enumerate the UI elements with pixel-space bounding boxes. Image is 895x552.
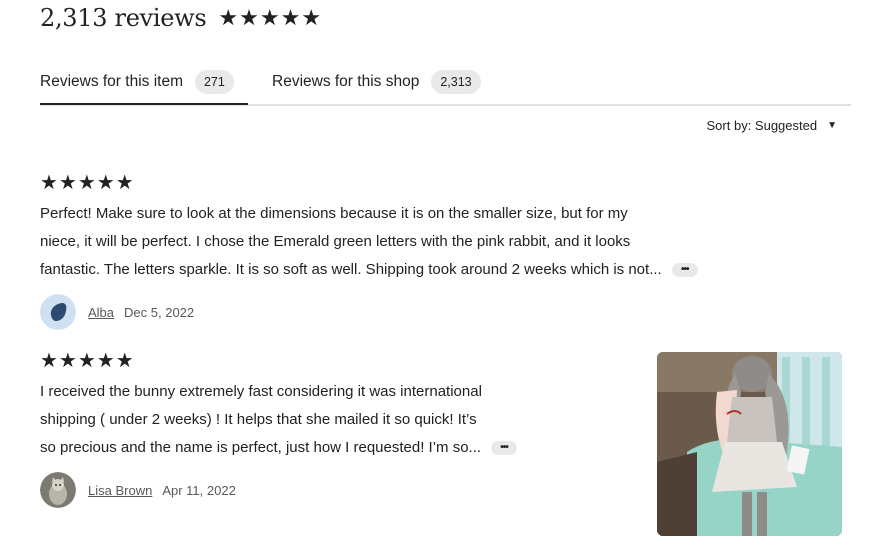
review-date: Apr 11, 2022 [162, 482, 236, 498]
review-rating-stars: ★★★★★ [40, 172, 135, 194]
author-name-link[interactable]: Lisa Brown [88, 483, 152, 498]
read-more-button[interactable]: ••• [671, 263, 698, 277]
review-author-row: Lisa Brown Apr 11, 2022 [40, 472, 600, 508]
review-photo[interactable] [657, 352, 842, 536]
review-text-line: niece, it will be perfect. I chose the E… [40, 233, 631, 250]
tab-reviews-for-shop[interactable]: Reviews for this shop 2,313 [272, 62, 481, 102]
review-text-line: Perfect! Make sure to look at the dimens… [40, 205, 628, 222]
tab-label: Reviews for this shop [272, 73, 420, 90]
count-badge: 2,313 [431, 70, 481, 94]
avatar[interactable] [40, 294, 76, 330]
review-text-line: fantastic. The letters sparkle. It is so… [40, 261, 662, 278]
review-item: ★★★★★ I received the bunny extremely fas… [40, 350, 600, 508]
review-text: Perfect! Make sure to look at the dimens… [40, 200, 800, 284]
review-text-line: I received the bunny extremely fast cons… [40, 383, 482, 400]
count-badge: 271 [194, 70, 234, 94]
reviews-count-title: 2,313 reviews [40, 4, 207, 32]
review-author-row: Alba Dec 5, 2022 [40, 294, 800, 330]
author-name-link[interactable]: Alba [88, 305, 114, 320]
review-date: Dec 5, 2022 [124, 304, 195, 320]
read-more-button[interactable]: ••• [491, 441, 518, 455]
tab-label: Reviews for this item [40, 73, 183, 90]
sort-label: Sort by: Suggested [706, 118, 818, 133]
caret-down-icon: ▼ [827, 120, 837, 131]
review-item: ★★★★★ Perfect! Make sure to look at the … [40, 172, 800, 330]
overall-rating-stars: ★★★★★ [218, 5, 323, 30]
review-text-line: so precious and the name is perfect, jus… [40, 439, 482, 456]
review-text: I received the bunny extremely fast cons… [40, 378, 600, 462]
reviews-header: 2,313 reviews ★★★★★ [40, 4, 322, 32]
sort-dropdown[interactable]: Sort by: Suggested ▼ [707, 118, 837, 133]
tab-reviews-for-item[interactable]: Reviews for this item 271 [40, 62, 248, 105]
review-text-line-last: fantastic. The letters sparkle. It is so… [40, 256, 800, 284]
review-text-line-last: so precious and the name is perfect, jus… [40, 434, 600, 462]
reviews-tabs: Reviews for this item 271 Reviews for th… [40, 62, 851, 106]
review-rating-stars: ★★★★★ [40, 350, 135, 372]
avatar[interactable] [40, 472, 76, 508]
review-text-line: shipping ( under 2 weeks) ! It helps tha… [40, 411, 477, 428]
